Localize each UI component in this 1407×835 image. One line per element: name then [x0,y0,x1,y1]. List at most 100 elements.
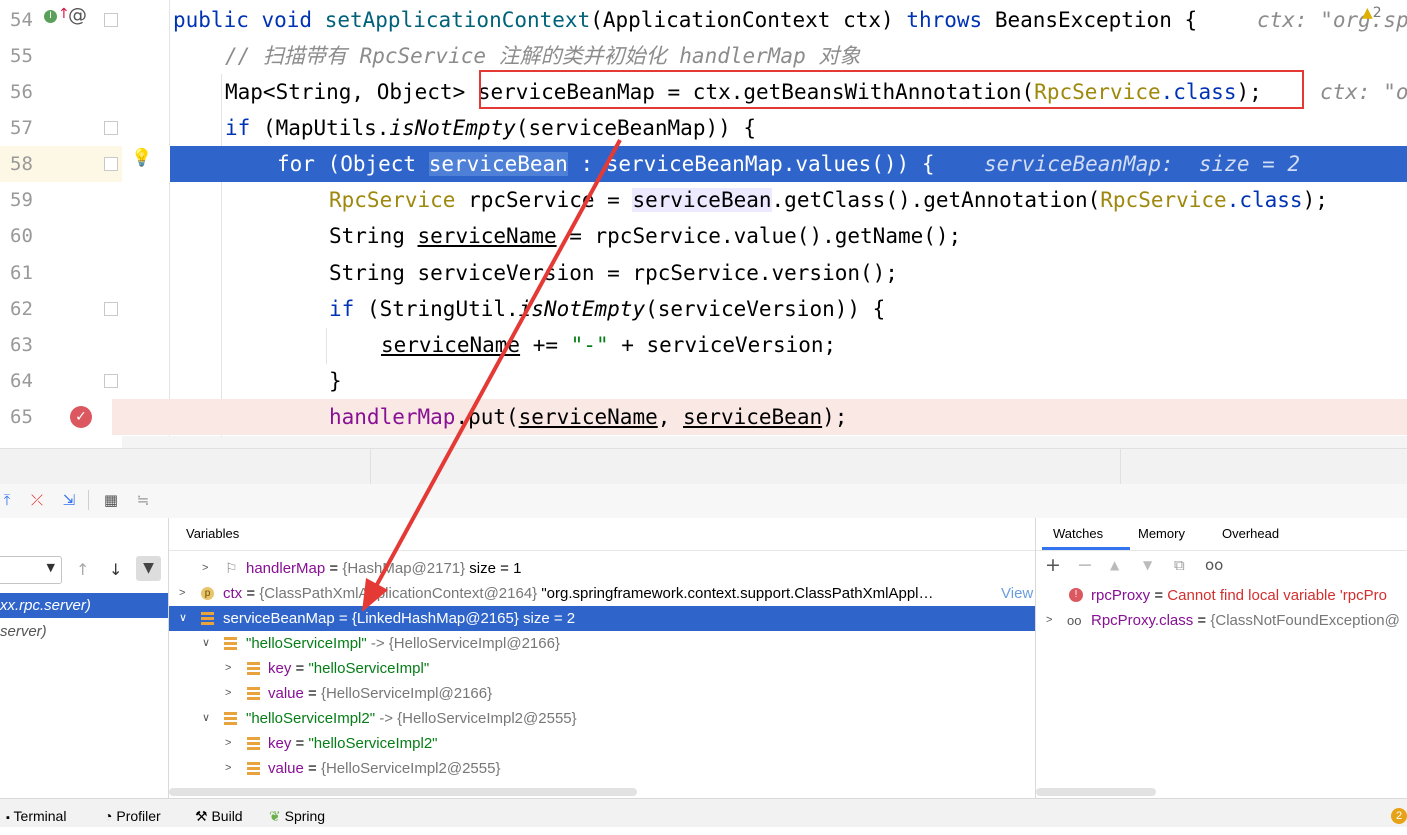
variable-row[interactable]: > p ctx = {ClassPathXmlApplicationContex… [169,581,1035,606]
add-watch-icon[interactable]: + [1045,554,1061,576]
code-text: public void setApplicationContext(Applic… [173,8,1198,32]
glasses-icon[interactable]: oo [1205,556,1223,574]
variables-pane: Variables > ⚐ handlerMap = {HashMap@2171… [169,518,1036,798]
chevron-down-icon: ▼ [46,561,55,574]
variable-row[interactable]: ∨ "helloServiceImpl2" -> {HelloServiceIm… [169,706,1035,731]
variable-row[interactable]: > ⚐ handlerMap = {HashMap@2171} size = 1 [169,556,1035,581]
code-text: String serviceName = rpcService.value().… [329,224,962,248]
evaluate-expression-icon[interactable]: ▦ [100,489,122,511]
field-icon [201,612,214,625]
tab-terminal[interactable]: ▪ Terminal [6,799,66,827]
thread-selector[interactable]: ▼ [0,556,62,584]
line-number: 62 [10,298,33,320]
breakpoint-icon[interactable]: ✓ [70,406,92,428]
frame-down-icon[interactable]: ↓ [109,560,122,579]
chevron-right-icon[interactable]: > [179,581,185,606]
code-line-65[interactable]: 65 ✓ handlerMap.put(serviceName, service… [0,399,1407,435]
code-line-61[interactable]: 61 String serviceVersion = rpcService.ve… [0,255,1407,291]
glasses-icon: oo [1067,613,1082,628]
code-line-64[interactable]: 64 } [0,363,1407,399]
warning-count[interactable]: ▲2 [1362,2,1382,24]
code-line-58[interactable]: 58 💡 for (Object serviceBean : serviceBe… [0,146,1407,182]
run-to-cursor-icon[interactable]: ⇲ [58,489,80,511]
implementation-marker-icon[interactable]: I [44,10,57,23]
move-down-icon[interactable]: ▼ [1143,558,1152,572]
tab-memory[interactable]: Memory [1138,518,1185,550]
code-line-63[interactable]: 63 serviceName += "-" + serviceVersion; [0,327,1407,363]
code-text: serviceName += "-" + serviceVersion; [381,333,837,357]
tab-watches[interactable]: Watches [1053,518,1103,550]
move-up-icon[interactable]: ▲ [1110,558,1119,572]
warning-icon: ▲ [1362,5,1373,21]
code-line-60[interactable]: 60 String serviceName = rpcService.value… [0,218,1407,254]
panel-splitter[interactable] [0,448,1407,485]
error-icon: ! [1069,588,1083,602]
code-text: } [329,369,342,393]
watch-row[interactable]: > oo RpcProxy.class = {ClassNotFoundExce… [1036,608,1407,633]
code-line-57[interactable]: 57 if (MapUtils.isNotEmpty(serviceBeanMa… [0,110,1407,146]
inline-debug-value: serviceBeanMap: size = 2 [984,152,1301,176]
tab-spring[interactable]: ❦ Spring [269,799,325,827]
chevron-down-icon[interactable]: ∨ [202,631,210,656]
drop-frame-icon[interactable]: ⤫ [26,489,48,511]
trace-icon[interactable]: ≒ [132,489,154,511]
line-number: 57 [10,117,33,139]
frame-up-icon[interactable]: ↑ [76,560,89,579]
view-link[interactable]: View [1001,581,1033,606]
spring-leaf-icon: ❦ [269,808,281,824]
inline-debug-value: ctx: "o [1320,80,1407,104]
line-number: 65 [10,406,33,428]
code-line-59[interactable]: 59 RpcService rpcService = serviceBean.g… [0,182,1407,218]
chevron-right-icon[interactable]: > [225,656,231,681]
fold-marker-icon[interactable] [104,302,118,316]
tool-window-bar: ▪ Terminal ◔ Profiler ⚒ Build ❦ Spring 2 [0,798,1407,827]
editor-horizontal-scrollbar[interactable] [122,436,1407,448]
chevron-right-icon[interactable]: > [202,556,208,581]
tab-overhead[interactable]: Overhead [1222,518,1279,550]
chevron-down-icon[interactable]: ∨ [202,706,210,731]
duplicate-watch-icon[interactable]: ⧉ [1174,556,1185,574]
notification-badge[interactable]: 2 [1391,808,1407,824]
chevron-right-icon[interactable]: > [1046,608,1052,633]
chevron-right-icon[interactable]: > [225,731,231,756]
chevron-right-icon[interactable]: > [225,756,231,781]
annotation-icon[interactable]: @ [68,4,87,26]
variables-horizontal-scrollbar[interactable] [169,788,637,796]
lightbulb-icon[interactable]: 💡 [131,148,152,168]
filter-icon[interactable]: ▼ [136,556,161,581]
chevron-down-icon[interactable]: ∨ [179,606,187,631]
stack-frame-selected[interactable]: xx.rpc.server) [0,593,168,618]
remove-watch-icon[interactable]: − [1077,554,1093,576]
fold-marker-icon[interactable] [104,13,118,27]
tab-profiler[interactable]: ◔ Profiler [104,799,161,827]
variable-row[interactable]: ∨ "helloServiceImpl" -> {HelloServiceImp… [169,631,1035,656]
variables-header: Variables [186,526,240,541]
fold-marker-icon[interactable] [104,157,118,171]
variable-row[interactable]: > value = {HelloServiceImpl@2166} [169,681,1035,706]
fold-marker-icon[interactable] [104,121,118,135]
variable-row-selected[interactable]: ∨ serviceBeanMap = {LinkedHashMap@2165} … [169,606,1035,631]
watches-tab-bar: Watches Memory Overhead [1036,518,1407,551]
line-number: 58 [10,153,33,175]
code-editor[interactable]: 54 I ↑ @ public void setApplicationConte… [0,0,1407,448]
variable-row[interactable]: > key = "helloServiceImpl2" [169,731,1035,756]
step-out-icon[interactable]: ⤒ [0,489,18,511]
watches-horizontal-scrollbar[interactable] [1036,788,1156,796]
line-number: 56 [10,81,33,103]
tab-build[interactable]: ⚒ Build [195,799,243,827]
stack-frame[interactable]: server) [0,619,168,644]
variable-row[interactable]: > key = "helloServiceImpl" [169,656,1035,681]
annotation-highlight-box [479,70,1304,109]
chevron-right-icon[interactable]: > [225,681,231,706]
fold-marker-icon[interactable] [104,374,118,388]
code-comment: // 扫描带有 RpcService 注解的类并初始化 handlerMap 对… [225,44,861,68]
code-line-55[interactable]: 55 // 扫描带有 RpcService 注解的类并初始化 handlerMa… [0,38,1407,74]
code-line-54[interactable]: 54 I ↑ @ public void setApplicationConte… [0,2,1407,38]
frames-pane: ▼ ↑ ↓ ▼ xx.rpc.server) server) [0,518,169,798]
code-line-62[interactable]: 62 if (StringUtil.isNotEmpty(serviceVers… [0,291,1407,327]
terminal-icon: ▪ [6,812,10,824]
variable-row[interactable]: > value = {HelloServiceImpl2@2555} [169,756,1035,781]
field-icon [247,762,260,775]
line-number: 61 [10,262,33,284]
watch-row[interactable]: ! rpcProxy = Cannot find local variable … [1036,583,1407,608]
